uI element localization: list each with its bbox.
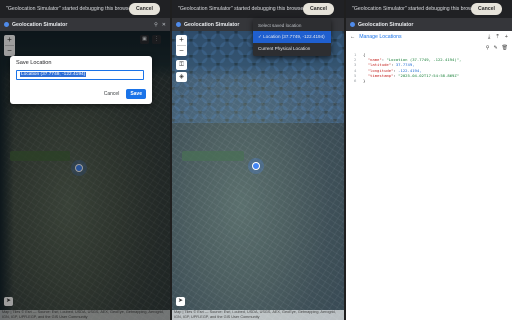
extension-logo-icon (350, 22, 355, 27)
dialog-title: Save Location (16, 60, 52, 66)
extension-title: Geolocation Simulator (358, 21, 414, 28)
extension-logo-icon (176, 22, 181, 27)
map-attribution: Map | Tiles © Esri — Source: Esri, i-cub… (172, 310, 344, 320)
dialog-save-button[interactable]: Save (126, 89, 146, 99)
save-location-dialog: Save Location Location (37.7749, -122.41… (10, 56, 152, 104)
dialog-cancel-button[interactable]: Cancel (101, 89, 123, 99)
manage-locations-bar: ← Manage Locations ⤓ ⤒ + (346, 31, 512, 43)
saved-location-dropdown: Select saved location ✓ Location (37.774… (253, 18, 331, 56)
pin-icon[interactable]: ⚲ (154, 22, 158, 28)
zoom-in-button[interactable]: + (176, 35, 187, 45)
zoom-control: + − (176, 35, 187, 56)
extension-header: Geolocation Simulator (346, 18, 512, 31)
infobar-cancel-button[interactable]: Cancel (128, 3, 160, 15)
infobar-cancel-button[interactable]: Cancel (470, 3, 502, 15)
edit-icon[interactable]: ✎ (493, 45, 497, 51)
dropdown-option-current-location[interactable]: Current Physical Location (253, 43, 331, 54)
infobar-cancel-button[interactable]: Cancel (302, 3, 334, 15)
debug-message: "Geolocation Simulator" started debuggin… (352, 6, 471, 12)
pin-location-icon[interactable]: ⚲ (486, 45, 490, 51)
close-icon[interactable]: ✕ (162, 22, 166, 28)
panel-manage-locations: "Geolocation Simulator" started debuggin… (346, 0, 512, 320)
location-json: 1{ 2 "name": "Location (37.7749, -122.41… (354, 52, 462, 84)
dropdown-header: Select saved location (258, 23, 302, 28)
location-marker[interactable] (252, 162, 260, 170)
manage-locations-page: ← Manage Locations ⤓ ⤒ + ⚲ ✎ 🗑 1{ 2 "nam… (346, 31, 512, 320)
debug-infobar: "Geolocation Simulator" started debuggin… (172, 0, 344, 18)
map-view[interactable]: + − ⚿ ◈ ➤ Map | Tiles © Esri — Source: E… (172, 31, 344, 320)
debug-infobar: "Geolocation Simulator" started debuggin… (0, 0, 170, 18)
extension-title: Geolocation Simulator (12, 21, 68, 28)
extension-header: Geolocation Simulator ⚲ ✕ (0, 18, 170, 31)
lock-icon[interactable]: ⚿ (176, 60, 187, 70)
location-name-input[interactable]: Location (37.7749, -122.4194) (16, 70, 144, 80)
extension-logo-icon (4, 22, 9, 27)
location-tools: ⚲ ✎ 🗑 (346, 43, 512, 52)
add-icon[interactable]: + (505, 34, 508, 40)
zoom-out-button[interactable]: − (176, 46, 187, 56)
debug-message: "Geolocation Simulator" started debuggin… (6, 6, 129, 12)
back-arrow-icon[interactable]: ← (350, 34, 355, 40)
export-icon[interactable]: ⤒ (496, 34, 498, 41)
delete-icon[interactable]: 🗑 (502, 45, 508, 51)
import-icon[interactable]: ⤓ (488, 34, 490, 41)
locate-icon[interactable]: ➤ (176, 297, 185, 306)
dropdown-option-saved-location[interactable]: ✓ Location (37.7749, -122.4194) (253, 31, 331, 43)
debug-infobar: "Geolocation Simulator" started debuggin… (346, 0, 512, 18)
manage-locations-title: Manage Locations (359, 34, 402, 40)
debug-message: "Geolocation Simulator" started debuggin… (178, 6, 303, 12)
layers-icon[interactable]: ◈ (176, 72, 187, 82)
panel-save-location: "Geolocation Simulator" started debuggin… (0, 0, 170, 320)
